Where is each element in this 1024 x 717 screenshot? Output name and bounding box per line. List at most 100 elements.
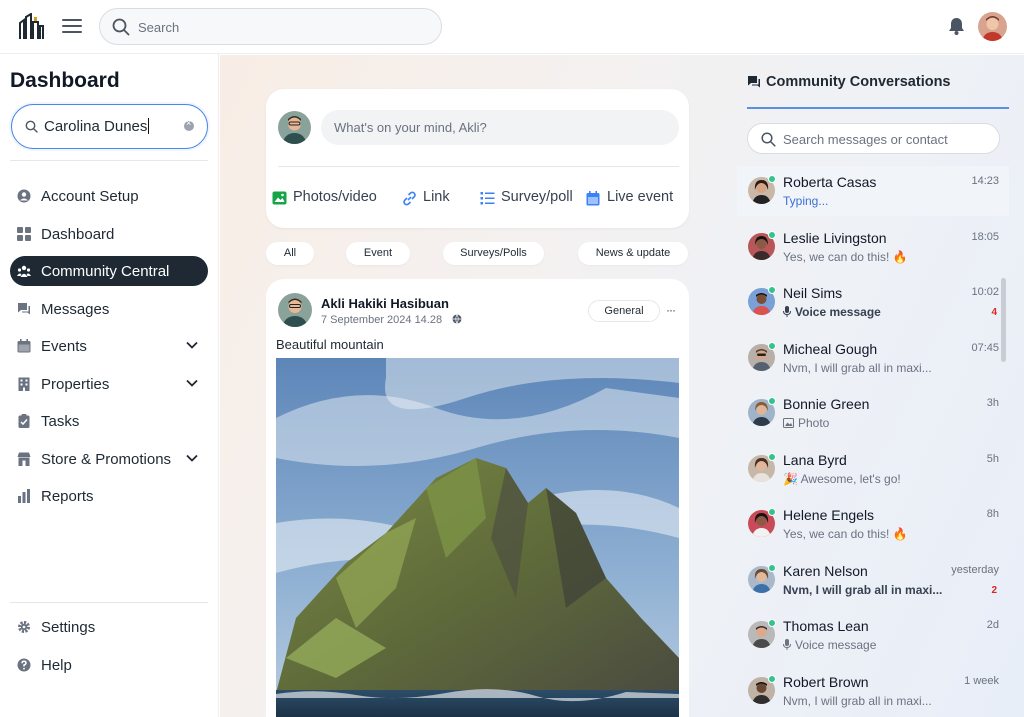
contact-name: Robert Brown — [783, 674, 869, 690]
conversation-item[interactable]: Micheal Gough Nvm, I will grab all in ma… — [737, 333, 1009, 383]
conversation-item[interactable]: Helene Engels Yes, we can do this! 🔥 8h — [737, 499, 1009, 549]
composer-avatar — [278, 111, 311, 144]
message-preview: Nvm, I will grab all in maxi... — [783, 361, 932, 375]
post-photo-mountain[interactable] — [276, 358, 679, 717]
post-date: 7 September 2024 14.28 — [321, 314, 443, 326]
post-author-name[interactable]: Akli Hakiki Hasibuan — [321, 296, 449, 311]
contact-name: Karen Nelson — [783, 563, 868, 579]
sidebar-search-field[interactable]: Carolina Dunes — [11, 104, 208, 149]
conversation-item[interactable]: Robert Brown Nvm, I will grab all in max… — [737, 666, 1009, 716]
more-options-icon[interactable]: ··· — [666, 303, 676, 317]
clipboard-icon — [18, 414, 30, 428]
grid-icon — [17, 227, 31, 241]
sidebar-item-account-setup[interactable]: Account Setup — [10, 181, 208, 211]
conversation-scrollbar[interactable] — [1001, 278, 1006, 362]
conversation-item[interactable]: Lana Byrd 🎉 Awesome, let's go! 5h — [737, 444, 1009, 494]
message-preview: Photo — [783, 416, 829, 430]
chevron-down-icon[interactable] — [186, 341, 198, 349]
clear-search-icon[interactable] — [184, 118, 194, 131]
online-indicator — [768, 342, 776, 350]
filter-surveys-polls[interactable]: Surveys/Polls — [443, 242, 544, 265]
users-icon — [17, 265, 31, 277]
title-underline — [747, 107, 1009, 109]
contact-name: Bonnie Green — [783, 396, 870, 412]
chat-icon — [18, 303, 30, 315]
contact-name: Roberta Casas — [783, 174, 877, 190]
sidebar-item-messages[interactable]: Messages — [10, 294, 208, 324]
live-event-label: Live event — [607, 189, 674, 205]
microphone-icon — [783, 306, 791, 317]
chevron-down-icon[interactable] — [186, 454, 198, 462]
sidebar-item-label: Tasks — [41, 413, 80, 430]
link-button[interactable]: Link — [402, 189, 454, 209]
message-time: 5h — [986, 453, 999, 465]
user-avatar[interactable] — [978, 12, 1007, 41]
message-time: yesterday — [951, 564, 999, 576]
conversation-item[interactable]: Neil Sims Voice message 10:02 4 — [737, 277, 1009, 327]
top-search-input[interactable] — [138, 17, 428, 37]
calendar-icon — [17, 339, 31, 353]
online-indicator — [768, 175, 776, 183]
bell-icon[interactable] — [947, 16, 966, 36]
microphone-icon — [783, 639, 791, 650]
sidebar-item-community-central[interactable]: Community Central — [10, 256, 208, 286]
post-category-tag[interactable]: General — [588, 300, 660, 322]
sidebar-search-value[interactable]: Carolina Dunes — [44, 118, 150, 135]
message-time: 1 week — [964, 675, 999, 687]
sidebar-item-tasks[interactable]: Tasks — [10, 406, 208, 436]
message-time: 07:45 — [971, 342, 999, 354]
unread-count-badge: 2 — [991, 585, 997, 596]
sidebar-item-label: Store & Promotions — [41, 451, 172, 468]
filter-all[interactable]: All — [266, 242, 314, 265]
contact-name: Thomas Lean — [783, 618, 869, 634]
sidebar-item-label: Help — [41, 657, 72, 674]
survey-poll-button[interactable]: Survey/poll — [480, 189, 578, 209]
community-conversations-panel: Community Conversations Roberta Casas Ty… — [737, 55, 1009, 717]
message-preview: Voice message — [783, 305, 881, 319]
contact-name: Helene Engels — [783, 507, 875, 523]
sidebar-item-events[interactable]: Events — [10, 331, 208, 361]
sidebar-item-reports[interactable]: Reports — [10, 481, 208, 511]
filter-event[interactable]: Event — [346, 242, 410, 265]
sidebar-item-properties[interactable]: Properties — [10, 369, 208, 399]
sidebar-item-label: Messages — [41, 301, 110, 318]
page-title: Dashboard — [10, 69, 120, 92]
calendar-icon — [586, 191, 600, 206]
sidebar-item-store-promotions[interactable]: Store & Promotions — [10, 444, 208, 474]
conversation-item[interactable]: Karen Nelson Nvm, I will grab all in max… — [737, 555, 1009, 605]
divider — [10, 160, 208, 161]
sidebar-item-dashboard[interactable]: Dashboard — [10, 219, 208, 249]
gear-icon — [18, 621, 30, 633]
contact-name: Leslie Livingston — [783, 230, 887, 246]
chevron-down-icon[interactable] — [186, 379, 198, 387]
contact-name: Micheal Gough — [783, 341, 878, 357]
store-icon — [17, 452, 31, 466]
conversation-search-input[interactable] — [783, 131, 993, 147]
online-indicator — [768, 675, 776, 683]
message-preview: 🎉 Awesome, let's go! — [783, 472, 901, 486]
photos-video-label: Photos/video — [293, 189, 377, 205]
conversation-item[interactable]: Thomas Lean Voice message 2d — [737, 610, 1009, 660]
top-search-bar[interactable] — [99, 8, 442, 45]
whats-on-your-mind-input[interactable] — [321, 110, 679, 145]
sidebar-item-help[interactable]: Help — [10, 650, 208, 680]
survey-poll-label: Survey/poll — [501, 189, 573, 205]
conversation-item[interactable]: Roberta Casas Typing... 14:23 — [737, 166, 1009, 216]
post-author-avatar[interactable] — [278, 293, 312, 327]
conversation-item[interactable]: Leslie Livingston Yes, we can do this! 🔥… — [737, 222, 1009, 272]
conversation-item[interactable]: Bonnie Green Photo 3h — [737, 388, 1009, 438]
search-icon — [25, 120, 38, 133]
message-preview: Nvm, I will grab all in maxi... — [783, 583, 943, 597]
logo-icon[interactable] — [18, 13, 44, 40]
message-preview: Yes, we can do this! 🔥 — [783, 250, 908, 264]
conversation-search-bar[interactable] — [747, 123, 1000, 154]
unread-count-badge: 4 — [991, 307, 997, 318]
filter-news-update[interactable]: News & update — [578, 242, 688, 265]
sidebar-item-settings[interactable]: Settings — [10, 612, 208, 642]
sidebar-item-label: Community Central — [41, 263, 170, 280]
message-time: 14:23 — [971, 175, 999, 187]
hamburger-menu-icon[interactable] — [60, 15, 84, 37]
photos-video-button[interactable]: Photos/video — [272, 189, 384, 209]
online-indicator — [768, 564, 776, 572]
live-event-button[interactable]: Live event — [586, 189, 678, 209]
